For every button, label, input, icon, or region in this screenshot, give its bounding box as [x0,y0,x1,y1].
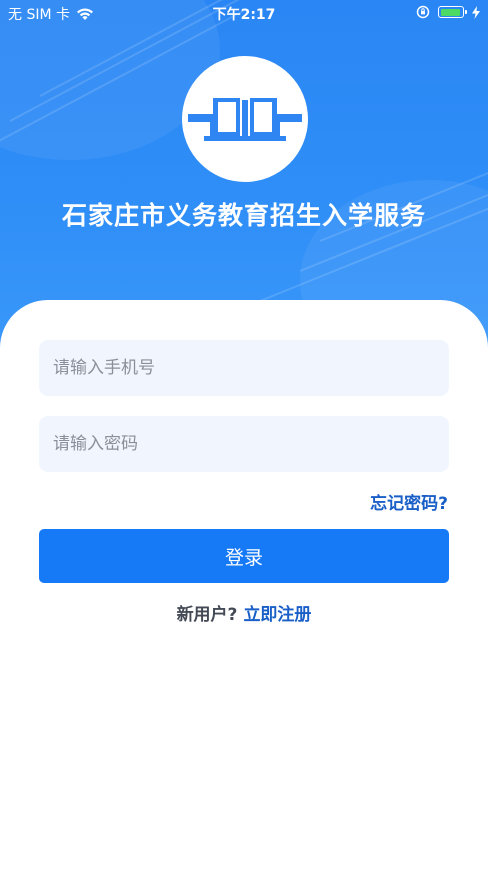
forgot-password-link[interactable]: 忘记密码? [370,489,448,514]
login-screen: 无 SIM 卡 下午2:17 石家庄市义务教育招生入学服务 请输入手机号 忘记密… [0,0,488,874]
register-prompt: 新用户? [176,605,238,625]
orientation-lock-icon [416,5,430,19]
battery-icon [438,6,467,18]
phone-input[interactable] [39,340,449,396]
status-bar: 无 SIM 卡 下午2:17 [0,0,488,26]
battery-level [440,8,460,16]
app-logo [182,56,308,182]
password-input[interactable] [39,416,449,472]
charging-icon [472,5,480,19]
register-row: 新用户? 立即注册 [0,600,488,625]
battery-cap [465,10,467,14]
open-book-icon [188,98,302,141]
status-time: 下午2:17 [212,7,276,23]
app-title: 石家庄市义务教育招生入学服务 [61,201,426,230]
login-button[interactable]: 登录 [39,529,449,583]
status-right [416,5,480,19]
register-link[interactable]: 立即注册 [243,605,311,625]
